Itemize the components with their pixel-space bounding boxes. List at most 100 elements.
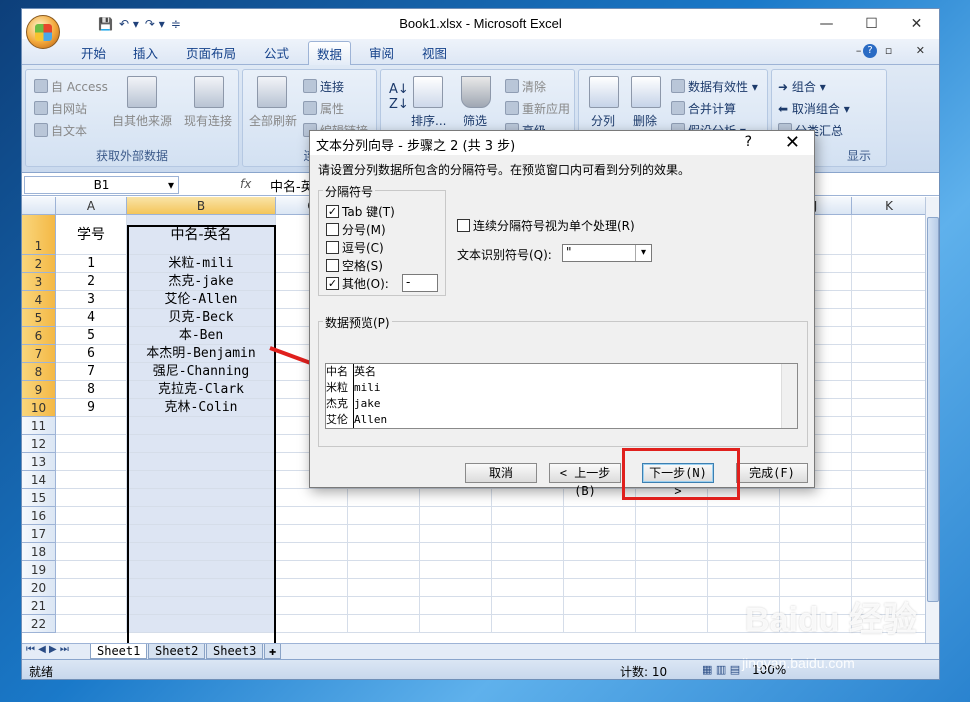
- grid-cell[interactable]: [348, 507, 420, 525]
- row-header[interactable]: 1: [22, 215, 56, 255]
- sort-az-icon[interactable]: A↓ Z↓: [389, 82, 409, 112]
- row-header[interactable]: 18: [22, 543, 56, 561]
- filter-button[interactable]: 筛选: [463, 112, 487, 129]
- grid-cell[interactable]: [852, 215, 927, 255]
- grid-cell[interactable]: [852, 273, 927, 291]
- grid-cell[interactable]: [56, 597, 127, 615]
- space-checkbox[interactable]: 空格(S): [326, 257, 383, 274]
- grid-cell[interactable]: [708, 561, 780, 579]
- grid-cell[interactable]: [852, 327, 927, 345]
- tab-insert[interactable]: 插入: [133, 43, 158, 62]
- grid-cell[interactable]: [56, 579, 127, 597]
- existing-connections-button[interactable]: 现有连接: [184, 112, 232, 129]
- maximize-button[interactable]: ☐: [849, 9, 894, 39]
- grid-cell[interactable]: [492, 561, 564, 579]
- grid-cell[interactable]: [56, 543, 127, 561]
- clear-filter-button[interactable]: 清除: [505, 78, 546, 95]
- grid-cell[interactable]: [780, 561, 852, 579]
- grid-cell[interactable]: [276, 597, 348, 615]
- grid-cell[interactable]: [492, 615, 564, 633]
- reapply-button[interactable]: 重新应用: [505, 100, 570, 117]
- row-header[interactable]: 5: [22, 309, 56, 327]
- grid-cell[interactable]: [348, 489, 420, 507]
- sheet-nav-arrows[interactable]: ⏮ ◀ ▶ ⏭: [26, 644, 69, 655]
- semicolon-checkbox[interactable]: 分号(M): [326, 221, 386, 238]
- row-header[interactable]: 6: [22, 327, 56, 345]
- data-validation-button[interactable]: 数据有效性 ▾: [671, 78, 758, 95]
- grid-cell[interactable]: [780, 543, 852, 561]
- row-header[interactable]: 4: [22, 291, 56, 309]
- grid-cell[interactable]: [56, 489, 127, 507]
- grid-cell[interactable]: [636, 507, 708, 525]
- tab-review[interactable]: 审阅: [369, 43, 394, 62]
- grid-cell[interactable]: [492, 525, 564, 543]
- row-header[interactable]: 16: [22, 507, 56, 525]
- grid-cell[interactable]: [492, 579, 564, 597]
- finish-button[interactable]: 完成(F): [736, 463, 808, 483]
- formula-input[interactable]: 中名-英: [270, 176, 314, 195]
- grid-cell[interactable]: [636, 579, 708, 597]
- tab-view[interactable]: 视图: [422, 43, 447, 62]
- grid-cell[interactable]: 学号: [56, 215, 127, 255]
- grid-cell[interactable]: [276, 507, 348, 525]
- workbook-controls[interactable]: – ▫ ✕: [856, 44, 935, 57]
- grid-cell[interactable]: [852, 543, 927, 561]
- back-button[interactable]: < 上一步(B): [549, 463, 621, 498]
- grid-cell[interactable]: 9: [56, 399, 127, 417]
- grid-cell[interactable]: [348, 543, 420, 561]
- sort-button[interactable]: 排序...: [411, 112, 446, 129]
- grid-cell[interactable]: [420, 507, 492, 525]
- row-header[interactable]: 17: [22, 525, 56, 543]
- row-header[interactable]: 3: [22, 273, 56, 291]
- grid-cell[interactable]: [348, 525, 420, 543]
- grid-cell[interactable]: [852, 507, 927, 525]
- grid-cell[interactable]: [276, 489, 348, 507]
- grid-cell[interactable]: [276, 561, 348, 579]
- vertical-scrollbar[interactable]: [925, 197, 939, 643]
- close-button[interactable]: ✕: [894, 9, 939, 39]
- grid-cell[interactable]: 4: [56, 309, 127, 327]
- row-header[interactable]: 12: [22, 435, 56, 453]
- group-button[interactable]: ➜ 组合 ▾: [778, 78, 826, 95]
- grid-cell[interactable]: [780, 489, 852, 507]
- refresh-all-button[interactable]: 全部刷新: [249, 112, 297, 129]
- grid-cell[interactable]: [636, 615, 708, 633]
- row-header[interactable]: 22: [22, 615, 56, 633]
- grid-cell[interactable]: [852, 561, 927, 579]
- minimize-button[interactable]: —: [804, 9, 849, 39]
- grid-cell[interactable]: [564, 615, 636, 633]
- grid-cell[interactable]: [276, 543, 348, 561]
- comma-checkbox[interactable]: 逗号(C): [326, 239, 384, 256]
- grid-cell[interactable]: [636, 543, 708, 561]
- grid-cell[interactable]: [348, 615, 420, 633]
- grid-cell[interactable]: [852, 525, 927, 543]
- grid-cell[interactable]: [420, 561, 492, 579]
- grid-cell[interactable]: 7: [56, 363, 127, 381]
- text-to-columns-button[interactable]: 分列: [591, 112, 615, 129]
- sheet-tab-sheet1[interactable]: Sheet1: [90, 644, 148, 659]
- grid-cell[interactable]: 8: [56, 381, 127, 399]
- grid-cell[interactable]: [56, 471, 127, 489]
- grid-cell[interactable]: [564, 561, 636, 579]
- grid-cell[interactable]: [564, 597, 636, 615]
- grid-cell[interactable]: [348, 561, 420, 579]
- tab-checkbox[interactable]: ✓ Tab 键(T): [326, 203, 395, 220]
- consolidate-button[interactable]: 合并计算: [671, 100, 736, 117]
- column-header-a[interactable]: A: [56, 197, 127, 215]
- grid-cell[interactable]: [276, 579, 348, 597]
- grid-cell[interactable]: [852, 471, 927, 489]
- dialog-close-icon[interactable]: ✕: [785, 132, 800, 153]
- dialog-help-icon[interactable]: ?: [745, 134, 752, 150]
- ungroup-button[interactable]: ⬅ 取消组合 ▾: [778, 100, 850, 117]
- cancel-button[interactable]: 取消: [465, 463, 537, 483]
- grid-cell[interactable]: [852, 399, 927, 417]
- grid-cell[interactable]: [852, 291, 927, 309]
- grid-cell[interactable]: [56, 453, 127, 471]
- row-header[interactable]: 11: [22, 417, 56, 435]
- view-buttons-icon[interactable]: ▦ ▥ ▤: [702, 663, 740, 676]
- other-sources-button[interactable]: 自其他来源: [112, 112, 172, 129]
- grid-cell[interactable]: [636, 525, 708, 543]
- from-web-button[interactable]: 自网站: [34, 100, 87, 117]
- connections-button[interactable]: 连接: [303, 78, 344, 95]
- grid-cell[interactable]: [636, 561, 708, 579]
